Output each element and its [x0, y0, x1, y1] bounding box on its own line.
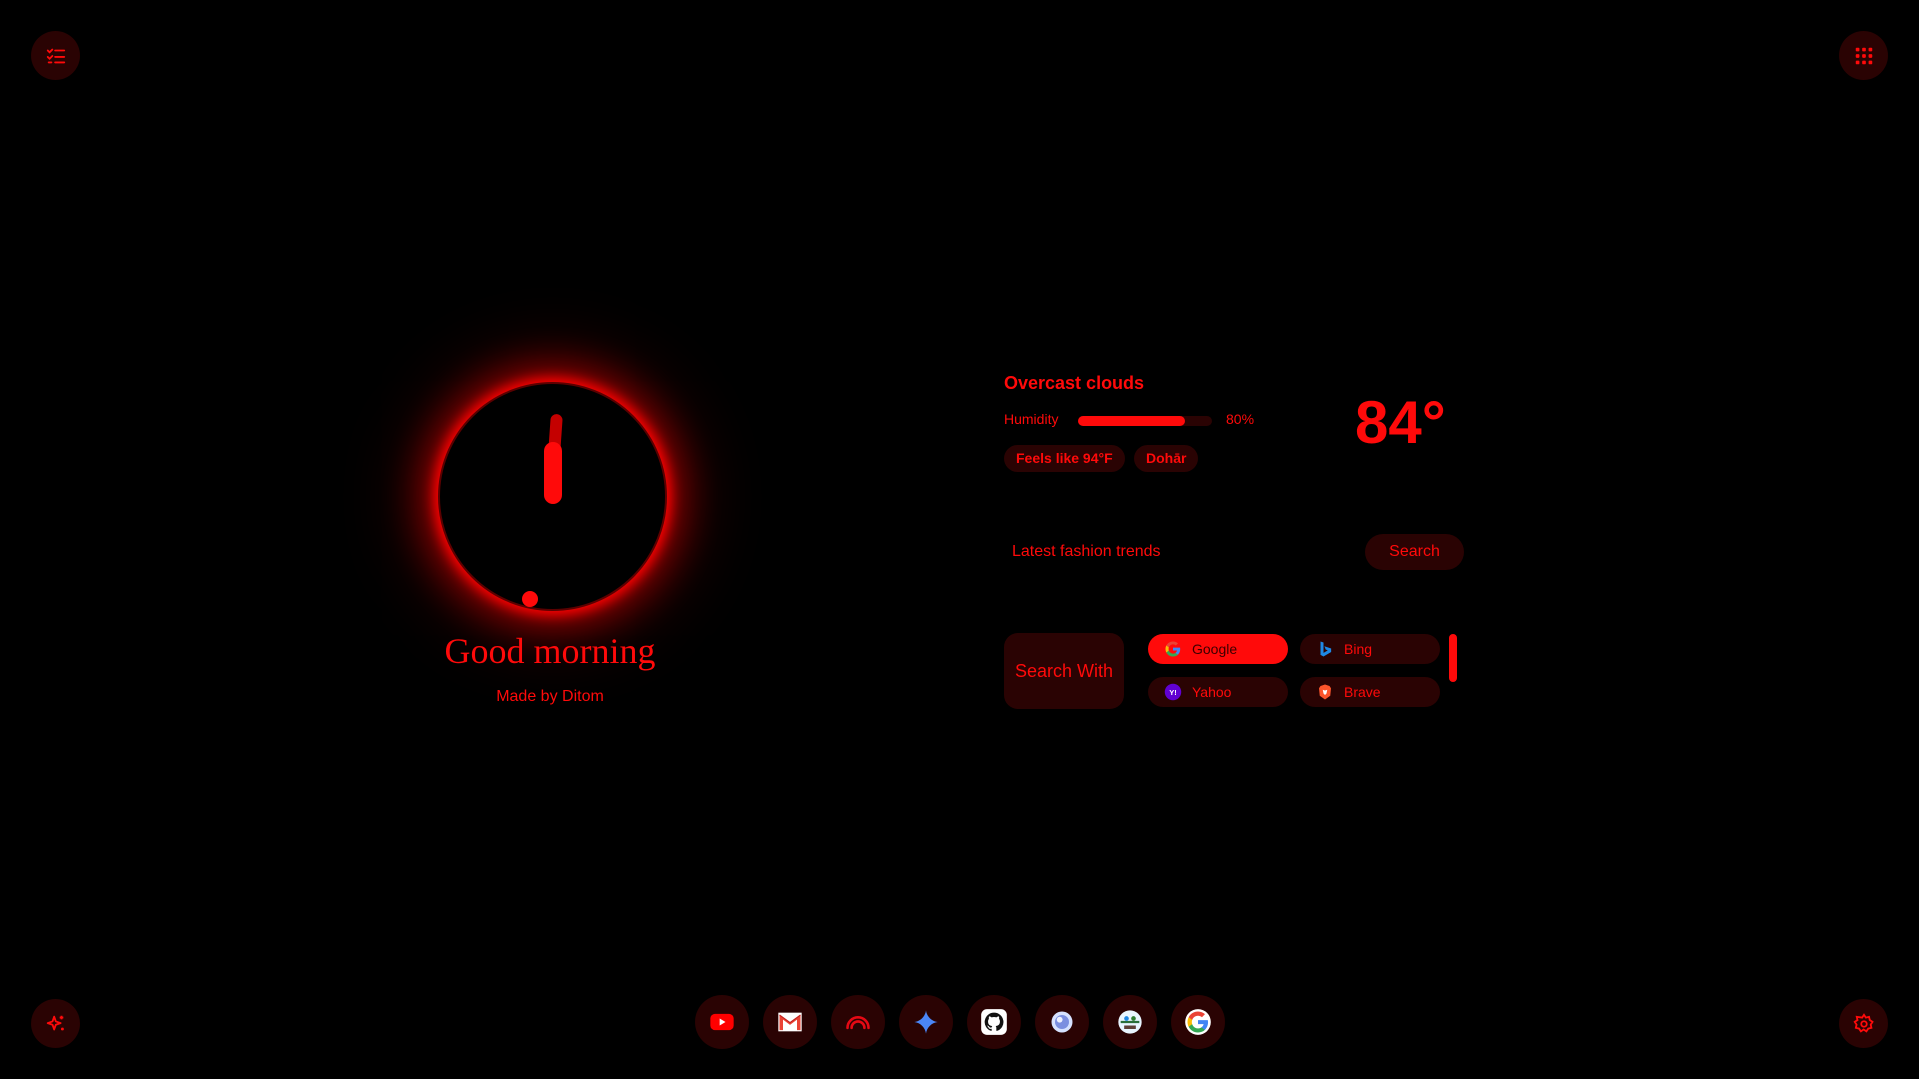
location-chip: Dohār	[1134, 445, 1199, 472]
humidity-value: 80%	[1226, 411, 1255, 427]
search-with-label: Search With	[1004, 633, 1124, 709]
weather-condition: Overcast clouds	[1004, 373, 1145, 393]
apps-menu-button[interactable]	[1839, 31, 1888, 80]
dock-google[interactable]	[1171, 995, 1225, 1049]
globe-icon	[1051, 1011, 1073, 1033]
engine-brave[interactable]: Brave	[1300, 677, 1440, 707]
search-button[interactable]: Search	[1365, 534, 1464, 570]
credit-text: Made by Ditom	[496, 688, 604, 705]
feels-like-chip: Feels like 94°F	[1004, 445, 1125, 472]
brave-icon	[1316, 683, 1334, 701]
app-icon	[1118, 1010, 1142, 1034]
humidity-label: Humidity	[1004, 411, 1059, 427]
apps-grid-icon	[1855, 47, 1872, 64]
youtube-icon	[710, 1013, 734, 1031]
engine-yahoo-label: Yahoo	[1192, 684, 1232, 700]
dock-gmail[interactable]	[763, 995, 817, 1049]
google-icon	[1185, 1009, 1211, 1035]
gear-icon	[1852, 1012, 1874, 1033]
analog-clock	[438, 382, 667, 611]
engine-google-label: Google	[1192, 641, 1238, 657]
checklist-icon	[46, 48, 65, 63]
ai-assistant-button[interactable]	[31, 999, 80, 1048]
clock-hour-hand	[544, 442, 562, 504]
github-icon	[981, 1009, 1007, 1035]
humidity-bar-fill	[1078, 416, 1186, 426]
shortcut-dock	[695, 995, 1225, 1049]
clock-second-dot	[522, 591, 538, 607]
speedometer-icon	[846, 1016, 870, 1030]
dock-github[interactable]	[967, 995, 1021, 1049]
dock-globe[interactable]	[1035, 995, 1089, 1049]
dock-speedtest[interactable]	[831, 995, 885, 1049]
temperature: 84°	[1355, 389, 1446, 456]
google-icon	[1164, 640, 1182, 658]
sparkle-icon	[46, 1015, 64, 1030]
dock-youtube[interactable]	[695, 995, 749, 1049]
bing-icon	[1316, 640, 1334, 658]
yahoo-icon: Y!	[1164, 683, 1182, 701]
todo-list-button[interactable]	[31, 31, 80, 80]
dock-app[interactable]	[1103, 995, 1157, 1049]
engine-brave-label: Brave	[1344, 684, 1381, 700]
dock-gemini[interactable]	[899, 995, 953, 1049]
svg-text:Y!: Y!	[1169, 688, 1177, 697]
gmail-icon	[778, 1012, 802, 1032]
engine-list-scrollbar[interactable]	[1449, 634, 1457, 682]
gemini-icon	[914, 1010, 938, 1034]
settings-button[interactable]	[1839, 999, 1888, 1048]
search-input[interactable]	[1004, 534, 1370, 570]
engine-bing[interactable]: Bing	[1300, 634, 1440, 664]
greeting-text: Good morning	[444, 631, 656, 671]
humidity-bar	[1078, 416, 1212, 426]
engine-google[interactable]: Google	[1148, 634, 1288, 664]
engine-yahoo[interactable]: Y! Yahoo	[1148, 677, 1288, 707]
engine-bing-label: Bing	[1344, 641, 1373, 657]
